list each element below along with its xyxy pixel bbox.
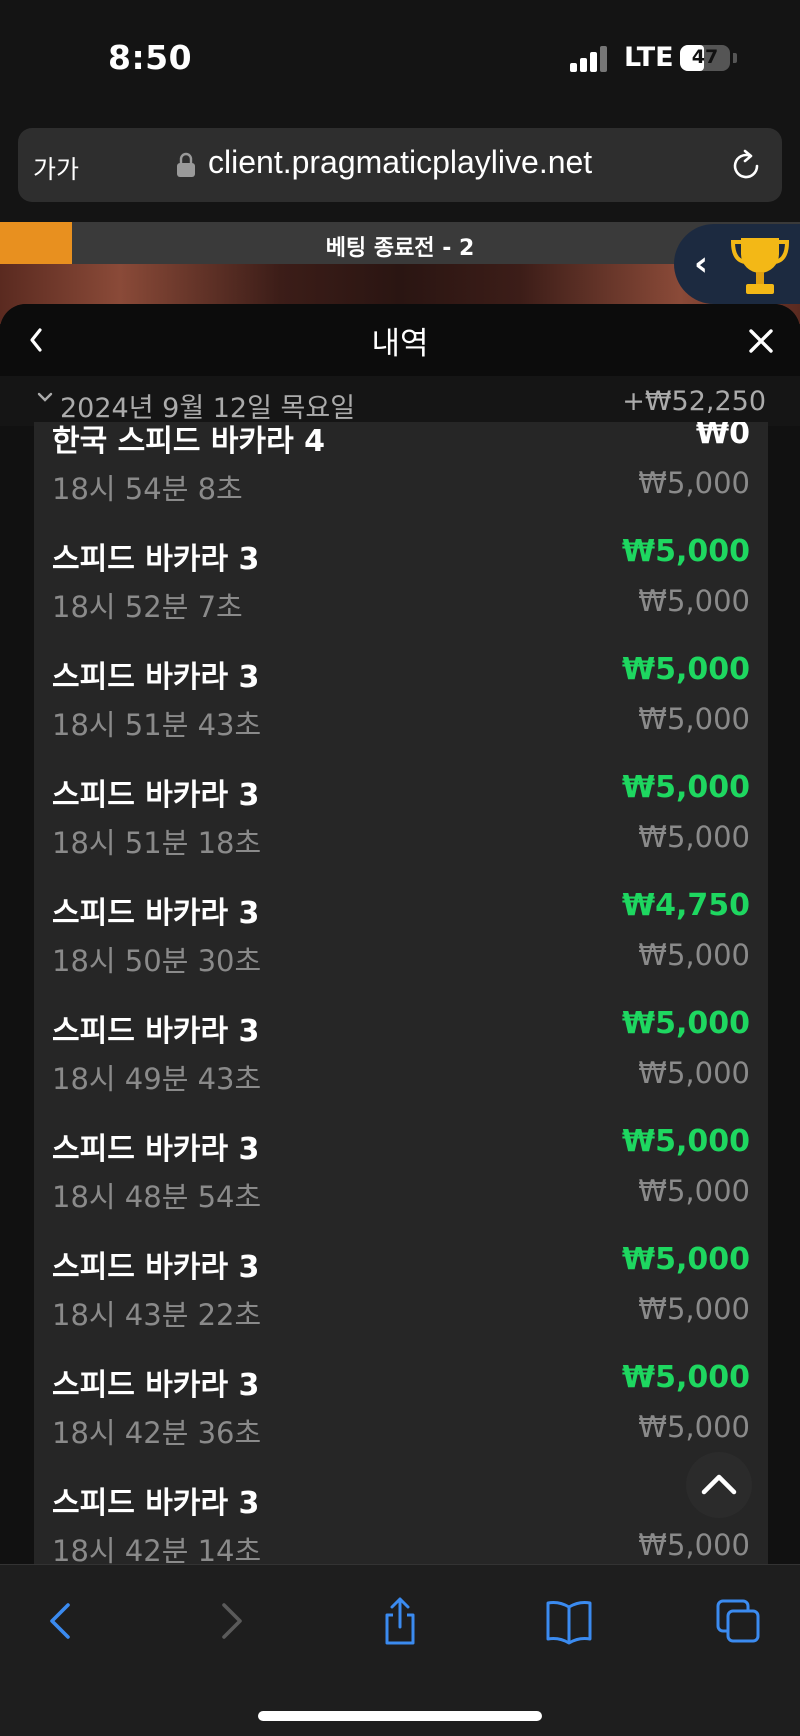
bookmarks-icon[interactable]	[544, 1595, 594, 1647]
history-list[interactable]: 한국 스피드 바카라 4 ₩0 18시 54분 8초 ₩5,000 스피드 바카라 3 ₩…	[34, 422, 768, 1564]
history-row[interactable]: 스피드 바카라 3 ₩5,000 18시 48분 54초 ₩5,000	[34, 1104, 768, 1222]
status-time: 8:50	[108, 38, 193, 77]
payout-amount: ₩5,000	[622, 1242, 750, 1277]
home-indicator	[258, 1711, 542, 1721]
round-time: 18시 48분 54초	[52, 1180, 262, 1214]
round-time: 18시 49분 43초	[52, 1062, 262, 1096]
payout-amount: ₩0	[696, 422, 750, 451]
game-name: 스피드 바카라 3	[52, 1486, 260, 1521]
history-row[interactable]: 스피드 바카라 3₩018시 42분 14초₩5,000	[34, 1458, 768, 1564]
expand-chevron-icon: ‹	[694, 244, 709, 284]
network-label: LTE	[624, 42, 674, 73]
round-time: 18시 52분 7초	[52, 590, 243, 624]
payout-amount: ₩5,000	[622, 1006, 750, 1041]
battery-percent: 47	[691, 46, 719, 68]
payout-amount: ₩5,000	[622, 770, 750, 805]
bet-amount: ₩5,000	[638, 938, 750, 972]
round-time: 18시 42분 14초	[52, 1534, 262, 1564]
chevron-down-icon	[37, 392, 53, 402]
game-name: 스피드 바카라 3	[52, 542, 260, 577]
payout-amount: ₩5,000	[622, 1360, 750, 1395]
history-row[interactable]: 스피드 바카라 3 ₩5,000 18시 49분 43초 ₩5,000	[34, 986, 768, 1104]
lock-icon	[177, 152, 195, 177]
bet-amount: ₩5,000	[638, 1410, 750, 1444]
bet-amount: ₩5,000	[638, 466, 750, 500]
history-title: 내역	[371, 326, 429, 362]
game-name: 스피드 바카라 3	[52, 896, 260, 931]
history-row[interactable]: 한국 스피드 바카라 4 ₩0 18시 54분 8초 ₩5,000	[34, 422, 768, 514]
back-arrow-icon[interactable]	[36, 1595, 86, 1647]
round-time: 18시 54분 8초	[52, 472, 243, 506]
history-row[interactable]: 스피드 바카라 3 ₩5,000 18시 52분 7초 ₩5,000	[34, 514, 768, 632]
date-label: 2024년 9월 12일 목요일	[60, 393, 356, 424]
game-name: 스피드 바카라 3	[52, 1132, 260, 1167]
payout-amount: ₩5,000	[622, 534, 750, 569]
bet-amount: ₩5,000	[638, 1528, 750, 1562]
history-row[interactable]: 스피드 바카라 3 ₩5,000 18시 43분 22초 ₩5,000	[34, 1222, 768, 1340]
battery-tip	[733, 53, 737, 63]
game-name: 스피드 바카라 3	[52, 1014, 260, 1049]
scroll-top-icon[interactable]	[686, 1452, 752, 1518]
round-time: 18시 42분 36초	[52, 1416, 262, 1450]
close-icon[interactable]	[746, 326, 776, 356]
forward-arrow-icon[interactable]	[206, 1595, 256, 1647]
bet-amount: ₩5,000	[638, 820, 750, 854]
tabs-icon[interactable]	[714, 1595, 764, 1647]
game-name: 스피드 바카라 3	[52, 660, 260, 695]
game-name: 스피드 바카라 3	[52, 778, 260, 813]
bet-amount: ₩5,000	[638, 1056, 750, 1090]
trophy-icon	[730, 238, 790, 294]
browser-toolbar	[0, 1564, 800, 1736]
date-group-header[interactable]: 2024년 9월 12일 목요일 +₩52,250	[0, 376, 800, 426]
battery-icon: 47	[680, 45, 730, 71]
game-name: 한국 스피드 바카라 4	[52, 424, 326, 459]
url-text[interactable]: client.pragmaticplaylive.net	[208, 144, 592, 181]
text-size-button[interactable]: 가가	[33, 150, 79, 186]
bet-amount: ₩5,000	[638, 584, 750, 618]
round-time: 18시 51분 43초	[52, 708, 262, 742]
history-row[interactable]: 스피드 바카라 3 ₩5,000 18시 51분 18초 ₩5,000	[34, 750, 768, 868]
address-bar[interactable]: 가가 client.pragmaticplaylive.net	[18, 128, 782, 202]
history-row[interactable]: 스피드 바카라 3 ₩5,000 18시 42분 36초 ₩5,000	[34, 1340, 768, 1458]
trophy-button[interactable]: ‹	[674, 224, 800, 304]
payout-amount: ₩5,000	[622, 1124, 750, 1159]
reload-icon[interactable]	[728, 148, 764, 184]
status-bar: 8:50 LTE 47	[0, 0, 800, 120]
bet-amount: ₩5,000	[638, 1292, 750, 1326]
history-panel: 내역 2024년 9월 12일 목요일 +₩52,250 한국 스피드 바카라 …	[0, 304, 800, 1564]
game-name: 스피드 바카라 3	[52, 1368, 260, 1403]
history-header: 내역	[0, 304, 800, 376]
game-name: 스피드 바카라 3	[52, 1250, 260, 1285]
bet-amount: ₩5,000	[638, 702, 750, 736]
round-time: 18시 43분 22초	[52, 1298, 262, 1332]
history-row[interactable]: 스피드 바카라 3 ₩5,000 18시 51분 43초 ₩5,000	[34, 632, 768, 750]
round-time: 18시 51분 18초	[52, 826, 262, 860]
round-time: 18시 50분 30초	[52, 944, 262, 978]
bet-amount: ₩5,000	[638, 1174, 750, 1208]
share-icon[interactable]	[375, 1595, 425, 1647]
signal-icon	[570, 46, 610, 72]
payout-amount: ₩4,750	[622, 888, 750, 923]
date-total: +₩52,250	[622, 386, 766, 417]
payout-amount: ₩5,000	[622, 652, 750, 687]
history-row[interactable]: 스피드 바카라 3 ₩4,750 18시 50분 30초 ₩5,000	[34, 868, 768, 986]
